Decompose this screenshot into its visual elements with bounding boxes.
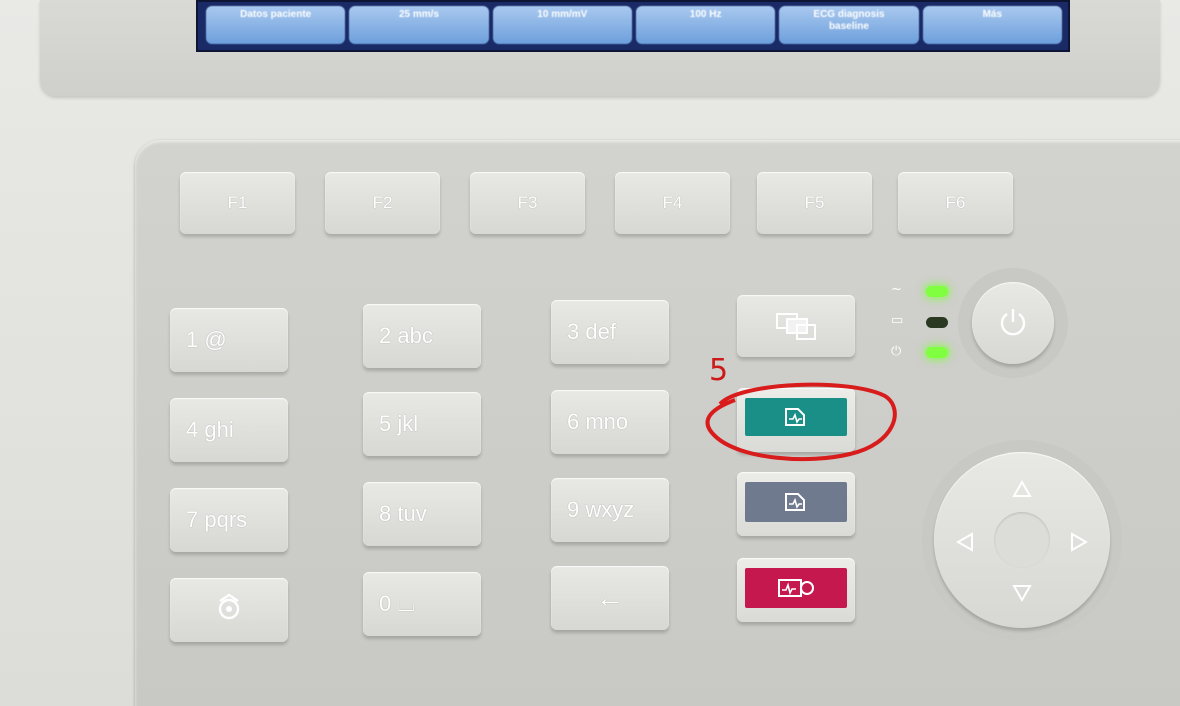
ac-power-led (926, 286, 948, 297)
softkey-filter[interactable]: 100 Hz (635, 6, 776, 44)
key-3[interactable]: 3 def (551, 300, 669, 364)
f6-key-label: F6 (945, 193, 966, 212)
ecg-stop-button-face (745, 568, 847, 608)
navigation-pad-recess (922, 440, 1122, 640)
power-icon (972, 306, 1054, 338)
key-6-label: 6 mno (567, 409, 629, 434)
f1-key-label: F1 (227, 193, 248, 212)
ac-power-indicator-glyph: ~ (891, 282, 902, 297)
softkey-diagnosis[interactable]: ECG diagnosis baseline (779, 6, 919, 44)
key-2-label: 2 abc (379, 323, 433, 348)
backspace-key[interactable]: ← (551, 566, 669, 630)
key-3-label: 3 def (567, 319, 616, 344)
f2-key-label: F2 (372, 193, 393, 212)
standby-led (926, 347, 948, 358)
navigation-center[interactable] (994, 512, 1050, 568)
key-5[interactable]: 5 jkl (363, 392, 481, 456)
f4-key-label: F4 (662, 193, 683, 212)
key-0-label: 0 ⌴ (379, 591, 415, 616)
softkey-speed[interactable]: 25 mm/s (349, 6, 489, 44)
power-button-recess (958, 268, 1068, 378)
softkey-gain[interactable]: 10 mm/mV (492, 6, 632, 44)
key-2[interactable]: 2 abc (363, 304, 481, 368)
arrow-up-icon[interactable] (1012, 480, 1032, 498)
f1-key[interactable]: F1 (180, 172, 295, 234)
annotation-circle (705, 382, 897, 462)
key-4-label: 4 ghi (186, 417, 234, 442)
softkey-bar: Datos paciente 25 mm/s 10 mm/mV 100 Hz E… (206, 6, 1062, 44)
arrow-right-icon[interactable] (1070, 532, 1088, 552)
ecg-manual-button-face (745, 482, 847, 522)
battery-indicator-glyph: ▭ (891, 313, 904, 328)
ecg-stop-button[interactable] (737, 558, 855, 622)
key-8-label: 8 tuv (379, 501, 427, 526)
softkey-more[interactable]: Más (922, 6, 1062, 44)
power-button[interactable] (972, 282, 1054, 364)
f3-key[interactable]: F3 (470, 172, 585, 234)
copy-key[interactable] (737, 295, 855, 357)
display-housing: Datos paciente 25 mm/s 10 mm/mV 100 Hz E… (40, 0, 1160, 96)
copy-documents-icon (737, 311, 855, 343)
key-5-label: 5 jkl (379, 411, 419, 436)
shift-key[interactable] (170, 578, 288, 642)
ecg-device: Datos paciente 25 mm/s 10 mm/mV 100 Hz E… (0, 0, 1180, 706)
battery-led (926, 317, 948, 328)
f6-key[interactable]: F6 (898, 172, 1013, 234)
arrow-left-icon[interactable] (956, 532, 974, 552)
f2-key[interactable]: F2 (325, 172, 440, 234)
key-9-label: 9 wxyz (567, 497, 635, 522)
key-8[interactable]: 8 tuv (363, 482, 481, 546)
f5-key-label: F5 (804, 193, 825, 212)
f4-key[interactable]: F4 (615, 172, 730, 234)
key-9[interactable]: 9 wxyz (551, 478, 669, 542)
key-0[interactable]: 0 ⌴ (363, 572, 481, 636)
softkey-patient-data[interactable]: Datos paciente (206, 6, 346, 44)
key-6[interactable]: 6 mno (551, 390, 669, 454)
navigation-pad[interactable] (934, 452, 1110, 628)
standby-indicator-glyph: ⏻ (891, 344, 902, 359)
shift-rotate-icon (170, 592, 288, 622)
f5-key[interactable]: F5 (757, 172, 872, 234)
key-1-label: 1 @ (186, 327, 227, 352)
ecg-manual-button[interactable] (737, 472, 855, 536)
backspace-arrow-icon: ← (596, 582, 624, 613)
key-4[interactable]: 4 ghi (170, 398, 288, 462)
ecg-manual-icon (783, 491, 809, 513)
ecg-stop-icon (776, 576, 816, 600)
key-1[interactable]: 1 @ (170, 308, 288, 372)
key-7[interactable]: 7 pqrs (170, 488, 288, 552)
display-screen: Datos paciente 25 mm/s 10 mm/mV 100 Hz E… (196, 0, 1070, 52)
key-7-label: 7 pqrs (186, 507, 248, 532)
arrow-down-icon[interactable] (1012, 584, 1032, 602)
f3-key-label: F3 (517, 193, 538, 212)
